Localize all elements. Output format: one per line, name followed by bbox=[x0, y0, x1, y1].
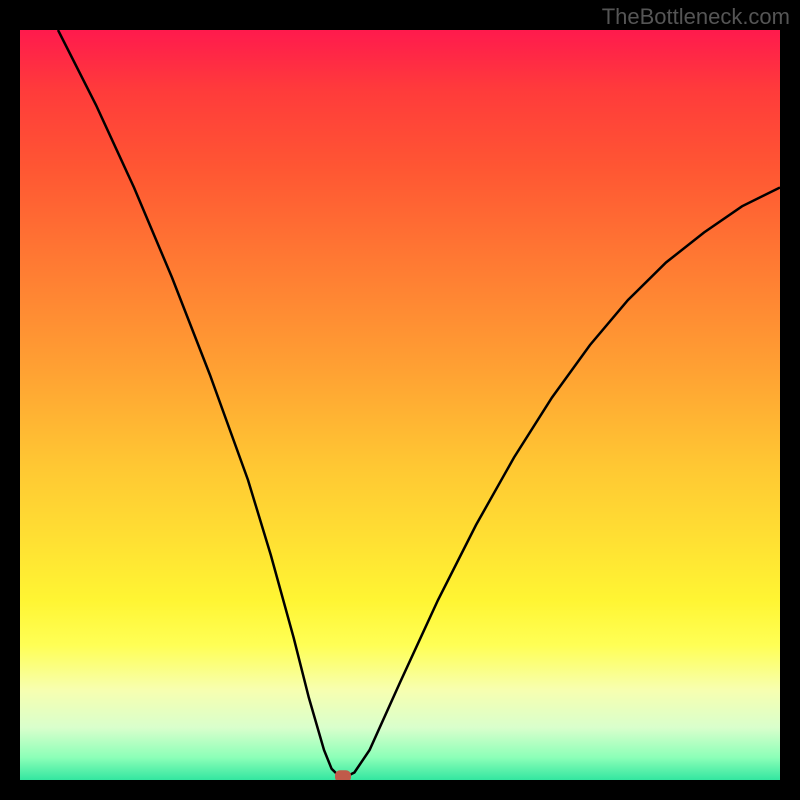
chart-container: TheBottleneck.com bbox=[0, 0, 800, 800]
bottleneck-curve bbox=[58, 30, 780, 776]
curve-svg bbox=[20, 30, 780, 780]
optimum-marker bbox=[335, 770, 351, 780]
plot-area bbox=[20, 30, 780, 780]
watermark-text: TheBottleneck.com bbox=[602, 4, 790, 30]
